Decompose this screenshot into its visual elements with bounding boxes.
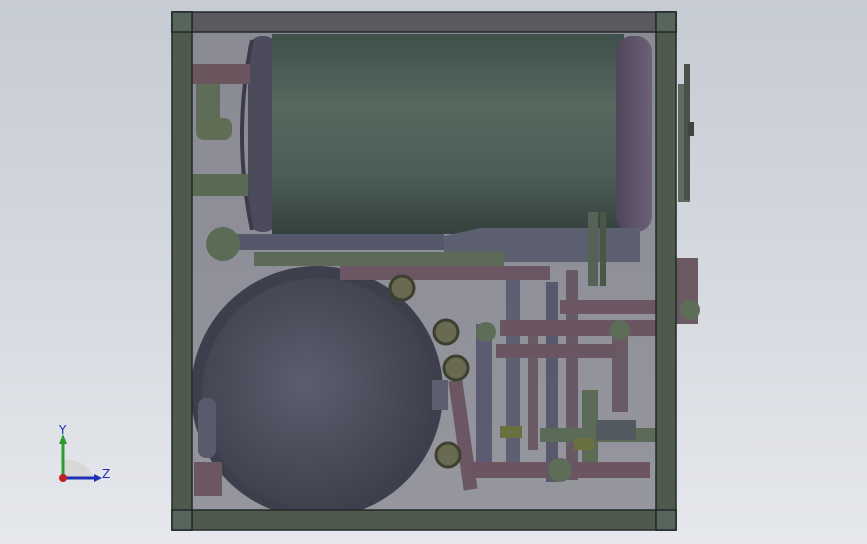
- z-axis-label: Z: [102, 467, 111, 481]
- graphics-viewport[interactable]: Y Z: [0, 0, 867, 544]
- receiver-tank[interactable]: [240, 34, 652, 234]
- cad-model-view[interactable]: [0, 0, 867, 544]
- x-axis-dot: [59, 474, 67, 482]
- y-axis-label: Y: [59, 423, 67, 437]
- z-axis-arrow: [94, 474, 102, 482]
- side-flange: [676, 64, 698, 324]
- view-orientation-triad: Y Z: [48, 420, 118, 492]
